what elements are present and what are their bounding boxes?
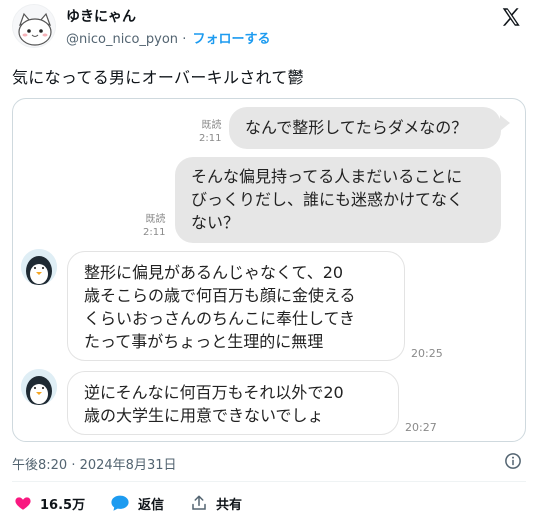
message-line: 整形に偏見があるんじゃなくて、20 <box>84 263 344 282</box>
author-name[interactable]: ゆきにゃん <box>66 6 136 26</box>
bubble-tail <box>500 115 510 131</box>
follow-button[interactable]: フォローする <box>192 32 270 47</box>
author-avatar[interactable] <box>12 4 56 48</box>
like-count: 16.5万 <box>40 497 86 513</box>
message-line: 歳の大学生に用意できないでしょ <box>84 406 324 425</box>
cat-avatar-icon <box>13 5 55 47</box>
chat-bubble-sent: なんで整形してたらダメなの？ <box>229 107 501 149</box>
attached-chat-image[interactable]: 既読 2:11 なんで整形してたらダメなの？ 既読 2:11 そんな偏見持ってる… <box>12 98 526 442</box>
reply-button[interactable]: 返信 <box>110 492 164 514</box>
x-logo-icon[interactable] <box>500 6 522 28</box>
author-handle[interactable]: @nico_nico_pyon <box>66 32 178 47</box>
penguin-avatar-icon[interactable] <box>21 369 57 405</box>
tweet-header: ゆきにゃん @nico_nico_pyon · フォローする <box>10 4 526 48</box>
message-time: 20:27 <box>405 421 437 434</box>
share-button[interactable]: 共有 <box>190 492 242 514</box>
read-receipt: 既読 2:11 <box>199 119 221 145</box>
tweet-text: 気になってる男にオーバーキルされて鬱 <box>12 68 304 87</box>
reply-bubble-icon <box>111 495 129 511</box>
divider <box>12 481 526 482</box>
author-handle-row: @nico_nico_pyon · フォローする <box>66 28 270 47</box>
penguin-avatar-icon[interactable] <box>21 249 57 285</box>
heart-icon <box>15 497 31 510</box>
info-icon[interactable] <box>504 452 522 470</box>
message-line: ない？ <box>191 213 240 232</box>
read-label: 既読 <box>145 214 166 225</box>
message-text: なんで整形してたらダメなの？ <box>245 118 468 137</box>
chat-bubble-received: 逆にそんなに何百万もそれ以外で20 歳の大学生に用意できないでしょ <box>67 371 399 435</box>
message-line: たって事がちょっと生理的に無理 <box>84 332 324 351</box>
message-time: 2:11 <box>199 133 222 144</box>
message-time: 2:11 <box>143 227 166 238</box>
handle-separator: · <box>182 32 187 47</box>
action-bar: 16.5万 返信 共有 <box>12 492 526 514</box>
message-line: 歳そこらの歳で何百万も顔に金使える <box>84 286 356 305</box>
share-label: 共有 <box>216 497 243 513</box>
tweet-timestamp[interactable]: 午後8:20 · 2024年8月31日 <box>12 454 177 473</box>
chat-bubble-sent: そんな偏見持ってる人まだいることに びっくりだし、誰にも迷惑かけてなく ない？ <box>175 157 501 243</box>
reply-label: 返信 <box>138 497 165 513</box>
like-button[interactable]: 16.5万 <box>14 492 85 514</box>
message-line: 逆にそんなに何百万もそれ以外で20 <box>84 383 344 402</box>
chat-bubble-received: 整形に偏見があるんじゃなくて、20 歳そこらの歳で何百万も顔に金使える くらいお… <box>67 251 405 361</box>
message-line: そんな偏見持ってる人まだいることに <box>191 167 463 186</box>
read-receipt: 既読 2:11 <box>143 213 165 239</box>
message-time: 20:25 <box>411 347 443 360</box>
message-line: びっくりだし、誰にも迷惑かけてなく <box>191 190 464 209</box>
share-icon <box>192 495 206 510</box>
read-label: 既読 <box>201 120 222 131</box>
message-line: くらいおっさんのちんこに奉仕してき <box>84 309 356 328</box>
